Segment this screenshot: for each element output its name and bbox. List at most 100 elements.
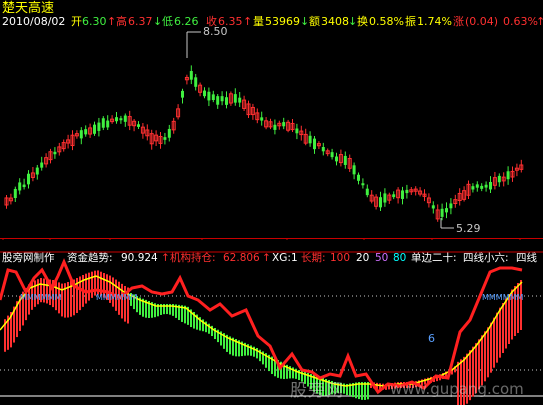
candle-down — [484, 184, 488, 188]
indicator-bar — [16, 301, 18, 338]
indicator-bar — [70, 280, 72, 317]
indicator-bar — [280, 361, 282, 379]
candle-down — [203, 90, 206, 97]
candle-down — [163, 137, 167, 140]
indicator-bar — [370, 382, 372, 388]
indicator-bar — [49, 279, 51, 306]
institution-arrow: ↑ — [262, 252, 271, 264]
candle-down — [449, 203, 453, 209]
indicator-bar — [244, 342, 246, 356]
indicator-bar — [211, 325, 213, 337]
indicator-bar — [55, 281, 57, 311]
indicator-bar — [208, 323, 210, 334]
level-20: 20 — [356, 252, 370, 264]
indicator-bar — [145, 299, 147, 318]
candle-down — [233, 94, 237, 103]
candle-down — [295, 128, 299, 134]
candle-down — [93, 124, 96, 134]
indicator-bar — [46, 279, 48, 304]
indicator-bar — [379, 383, 381, 390]
indicator-bar — [100, 271, 102, 296]
indicator-bar — [454, 366, 456, 373]
indicator-bar — [163, 304, 165, 315]
indicator-bar — [508, 294, 510, 344]
indicator-bar — [76, 278, 78, 313]
indicator-bar — [124, 286, 126, 322]
candle-down — [119, 118, 123, 121]
indicator-bar — [73, 279, 75, 316]
indicator-bar — [13, 306, 15, 343]
candle-down — [308, 135, 312, 144]
price-chart: 8.50 5.29 201002030405060708 — [0, 25, 543, 240]
indicator-bar — [223, 333, 225, 349]
low-annotation: 5.29 — [440, 218, 481, 235]
six-marker: 6 — [428, 332, 435, 345]
institution-line — [0, 258, 523, 395]
indicator-bar — [481, 335, 483, 386]
indicator-bar — [502, 303, 504, 353]
candle-down — [115, 117, 118, 122]
indicator-bar — [37, 279, 39, 305]
candle-down — [343, 155, 347, 165]
indicator-bar — [127, 287, 129, 324]
long-term-label: 长期: — [301, 252, 326, 264]
indicator-bar — [490, 322, 492, 373]
indicator-bar — [229, 336, 231, 355]
indicator-bar — [148, 301, 150, 319]
indicator-bar — [220, 331, 222, 346]
indicator-bar — [268, 354, 270, 372]
candle-down — [282, 122, 286, 127]
candle-down — [489, 181, 492, 190]
indicator-bar — [271, 356, 273, 374]
indicator-bar — [499, 307, 501, 358]
candle-down — [13, 188, 17, 198]
indicator-bar — [247, 344, 249, 356]
candle-down — [97, 122, 101, 131]
fund-trend-value: 90.924 — [121, 252, 158, 264]
four-line-label-2: 四线 — [516, 252, 537, 264]
candle-down — [137, 124, 140, 127]
candle-down — [216, 96, 220, 105]
indicator-bar — [349, 383, 351, 396]
candle-down — [84, 129, 88, 135]
indicator-bar — [160, 304, 162, 315]
indicator-bar — [355, 382, 357, 399]
indicator-bar — [136, 296, 138, 313]
candle-down — [506, 171, 510, 180]
indicator-bar — [169, 304, 171, 315]
candle-down — [225, 97, 228, 105]
indicator-bar — [181, 305, 183, 322]
indicator-bar — [34, 280, 36, 307]
candle-down — [167, 128, 171, 138]
xg-label: XG: — [272, 252, 291, 264]
indicator-bar — [4, 319, 6, 352]
candle-down — [401, 190, 404, 199]
indicator-bar — [139, 297, 141, 315]
candle-down — [480, 185, 484, 189]
candle-down — [22, 184, 26, 188]
mm-marker-right: MMMMMM — [482, 293, 524, 302]
indicator-bar — [283, 363, 285, 380]
indicator-bar — [166, 304, 168, 315]
indicator-bar — [40, 278, 42, 303]
indicator-bar — [112, 277, 114, 307]
indicator-bar — [451, 368, 453, 375]
candle-down — [27, 173, 30, 185]
indicator-bar — [91, 271, 93, 298]
indicator-bar — [52, 280, 54, 308]
four-line-label: 四线小六: — [463, 252, 509, 264]
indicator-bar — [10, 312, 12, 348]
watermark-text: 股旁网 — [290, 381, 344, 401]
candle-down — [101, 118, 105, 128]
indicator-bar — [103, 273, 105, 298]
indicator-bar — [199, 317, 201, 331]
indicator-bar — [133, 294, 135, 310]
candle-down — [273, 124, 277, 130]
indicator-bar — [121, 283, 123, 319]
fund-trend-arrow: ↑ — [161, 252, 170, 264]
candle-down — [497, 175, 501, 183]
indicator-bar — [22, 291, 24, 326]
indicator-bar — [445, 371, 447, 378]
candle-down — [357, 174, 360, 181]
indicator-bar — [214, 328, 216, 340]
